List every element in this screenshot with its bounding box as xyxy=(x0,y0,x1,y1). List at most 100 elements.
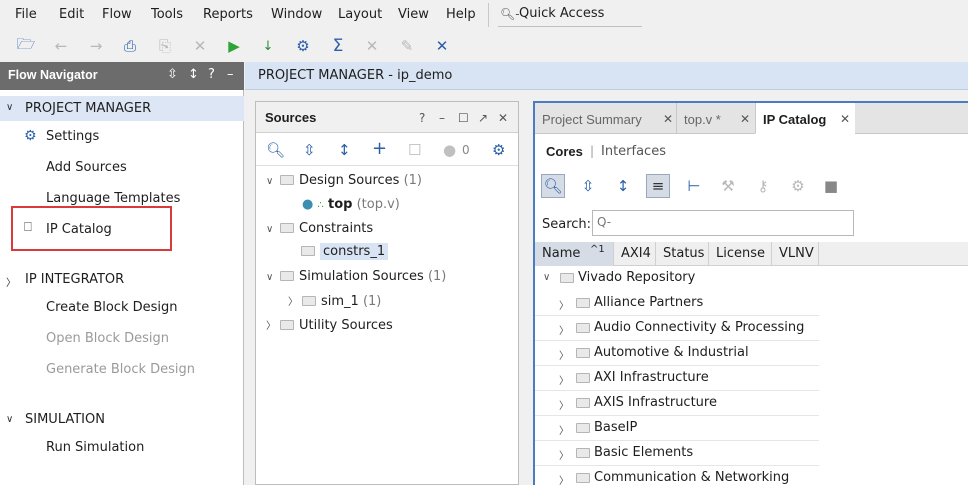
wrench-icon[interactable]: ✕ xyxy=(432,36,452,56)
tab-top-v[interactable]: top.v * ✕ xyxy=(676,103,754,134)
list-item[interactable]: 〉 Basic Elements xyxy=(535,441,819,466)
list-item[interactable]: 〉 AXI Infrastructure xyxy=(535,366,819,391)
stop-icon[interactable]: ■ xyxy=(819,174,843,198)
help-icon[interactable]: ? xyxy=(419,111,425,125)
tree-design-sources[interactable]: ∨ Design Sources (1) xyxy=(266,173,422,188)
chevron-right-icon: 〉 xyxy=(559,326,569,337)
tab-project-summary[interactable]: Project Summary ✕ xyxy=(535,103,675,134)
list-item[interactable]: 〉 AXIS Infrastructure xyxy=(535,391,819,416)
minimize-icon[interactable]: – xyxy=(439,111,445,125)
ip-core-icon: ⎕ xyxy=(24,220,32,235)
section-title: PROJECT MANAGER xyxy=(25,101,152,116)
minimize-icon[interactable]: – xyxy=(227,67,234,82)
expand-all-icon[interactable]: ↕ xyxy=(338,141,351,159)
cancel-icon[interactable]: ✕ xyxy=(362,36,382,56)
program-download-icon[interactable]: ↓ xyxy=(258,36,278,56)
search-input[interactable]: Q- xyxy=(592,210,854,236)
close-icon[interactable]: ✕ xyxy=(498,111,508,125)
section-project-manager[interactable]: ∨ PROJECT MANAGER xyxy=(0,96,244,121)
tree-label: Vivado Repository xyxy=(578,270,696,285)
menu-reports[interactable]: Reports xyxy=(203,7,253,22)
key-icon[interactable]: ⚷ xyxy=(751,174,775,198)
list-item[interactable]: 〉 Alliance Partners xyxy=(535,291,819,316)
menu-flow[interactable]: Flow xyxy=(102,7,132,22)
menu-window[interactable]: Window xyxy=(271,7,322,22)
close-icon[interactable]: ✕ xyxy=(840,112,850,126)
open-folder-icon[interactable]: 🗁︎ xyxy=(16,35,36,56)
menu-help[interactable]: Help xyxy=(446,7,476,22)
tree-top-module[interactable]: ● ∴ top (top.v) xyxy=(302,197,400,212)
quick-access-input[interactable]: 🔍︎- Quick Access xyxy=(498,3,642,27)
section-ip-integrator[interactable]: IP INTEGRATOR xyxy=(25,272,124,287)
chevron-down-icon[interactable]: ∨ xyxy=(6,414,13,425)
menu-edit[interactable]: Edit xyxy=(59,7,84,22)
list-item[interactable]: 〉 Automotive & Industrial xyxy=(535,341,819,366)
paste-icon[interactable]: ⎘ xyxy=(155,36,175,56)
nav-open-block-design[interactable]: Open Block Design xyxy=(46,331,169,346)
float-icon[interactable]: ↗ xyxy=(478,111,488,125)
filter-icon[interactable]: ≡ xyxy=(646,174,670,198)
section-simulation[interactable]: SIMULATION xyxy=(25,412,105,427)
tree-label: constrs_1 xyxy=(320,243,389,260)
hierarchy-icon[interactable]: ⊢ xyxy=(682,174,706,198)
folder-icon xyxy=(576,373,590,383)
subtab-cores[interactable]: Cores xyxy=(546,144,583,159)
collapse-all-icon[interactable]: ⇳ xyxy=(303,141,316,159)
collapse-all-icon[interactable]: ⇳ xyxy=(167,67,178,82)
tree-simulation-sources[interactable]: ∨ Simulation Sources (1) xyxy=(266,269,446,284)
redo-icon[interactable]: → xyxy=(86,36,106,56)
tree-sim-1[interactable]: 〉 sim_1 (1) xyxy=(288,293,381,309)
menu-file[interactable]: File xyxy=(15,7,37,22)
copy-icon[interactable]: ⎙ xyxy=(120,36,140,56)
nav-settings[interactable]: Settings xyxy=(46,129,99,144)
close-icon[interactable]: ✕ xyxy=(663,112,673,126)
tree-constrs-1[interactable]: constrs_1 xyxy=(298,242,391,264)
column-status[interactable]: Status xyxy=(656,242,709,266)
chevron-right-icon: 〉 xyxy=(288,297,298,308)
list-item[interactable]: 〉 BaseIP xyxy=(535,416,819,441)
chip-icon[interactable]: ⚙ xyxy=(786,174,810,198)
nav-ip-catalog[interactable]: IP Catalog xyxy=(46,222,112,237)
sigma-icon[interactable]: Σ xyxy=(328,36,348,56)
nav-create-block-design[interactable]: Create Block Design xyxy=(46,300,178,315)
search-icon[interactable]: 🔍︎ xyxy=(541,174,565,198)
menu-tools[interactable]: Tools xyxy=(151,7,183,22)
column-axi4[interactable]: AXI4 xyxy=(614,242,656,266)
sort-indicator: ^1 xyxy=(590,244,605,255)
list-item[interactable]: 〉 Audio Connectivity & Processing xyxy=(535,316,819,341)
pencil-icon[interactable]: ✎ xyxy=(397,36,417,56)
nav-generate-block-design[interactable]: Generate Block Design xyxy=(46,362,195,377)
tree-constraints[interactable]: ∨ Constraints xyxy=(266,221,373,236)
close-icon[interactable]: ✕ xyxy=(740,112,750,126)
properties-icon[interactable]: ☐ xyxy=(408,141,421,159)
run-icon[interactable]: ▶ xyxy=(224,36,244,56)
wrench-icon[interactable]: ⚒ xyxy=(716,174,740,198)
add-icon[interactable]: + xyxy=(372,138,387,159)
collapse-all-icon[interactable]: ⇳ xyxy=(576,174,600,198)
column-name[interactable]: Name ^1 xyxy=(535,242,614,266)
search-icon[interactable]: 🔍︎ xyxy=(266,141,285,159)
tree-vivado-repository[interactable]: ∨ Vivado Repository xyxy=(535,266,819,291)
gear-icon[interactable]: ⚙ xyxy=(492,141,505,159)
help-icon[interactable]: ? xyxy=(208,67,215,82)
undo-icon[interactable]: ← xyxy=(51,36,71,56)
tab-ip-catalog[interactable]: IP Catalog ✕ xyxy=(755,103,855,134)
menu-view[interactable]: View xyxy=(398,7,429,22)
maximize-icon[interactable]: ☐ xyxy=(458,111,469,125)
expand-all-icon[interactable]: ↕ xyxy=(611,174,635,198)
chevron-right-icon[interactable]: 〉 xyxy=(6,274,16,289)
subtab-interfaces[interactable]: Interfaces xyxy=(601,144,666,159)
delete-icon[interactable]: ✕ xyxy=(190,36,210,56)
nav-language-templates[interactable]: Language Templates xyxy=(46,191,180,206)
settings-icon[interactable]: ⚙ xyxy=(293,36,313,56)
column-vlnv[interactable]: VLNV xyxy=(772,242,819,266)
column-license[interactable]: License xyxy=(709,242,772,266)
expand-all-icon[interactable]: ↕ xyxy=(188,67,199,82)
list-item[interactable]: 〉 Communication & Networking xyxy=(535,466,819,485)
nav-run-simulation[interactable]: Run Simulation xyxy=(46,440,144,455)
menu-layout[interactable]: Layout xyxy=(338,7,382,22)
tree-utility-sources[interactable]: 〉 Utility Sources xyxy=(266,317,393,333)
nav-add-sources[interactable]: Add Sources xyxy=(46,160,127,175)
category-label: Audio Connectivity & Processing xyxy=(594,320,805,335)
category-label: Basic Elements xyxy=(594,445,694,460)
